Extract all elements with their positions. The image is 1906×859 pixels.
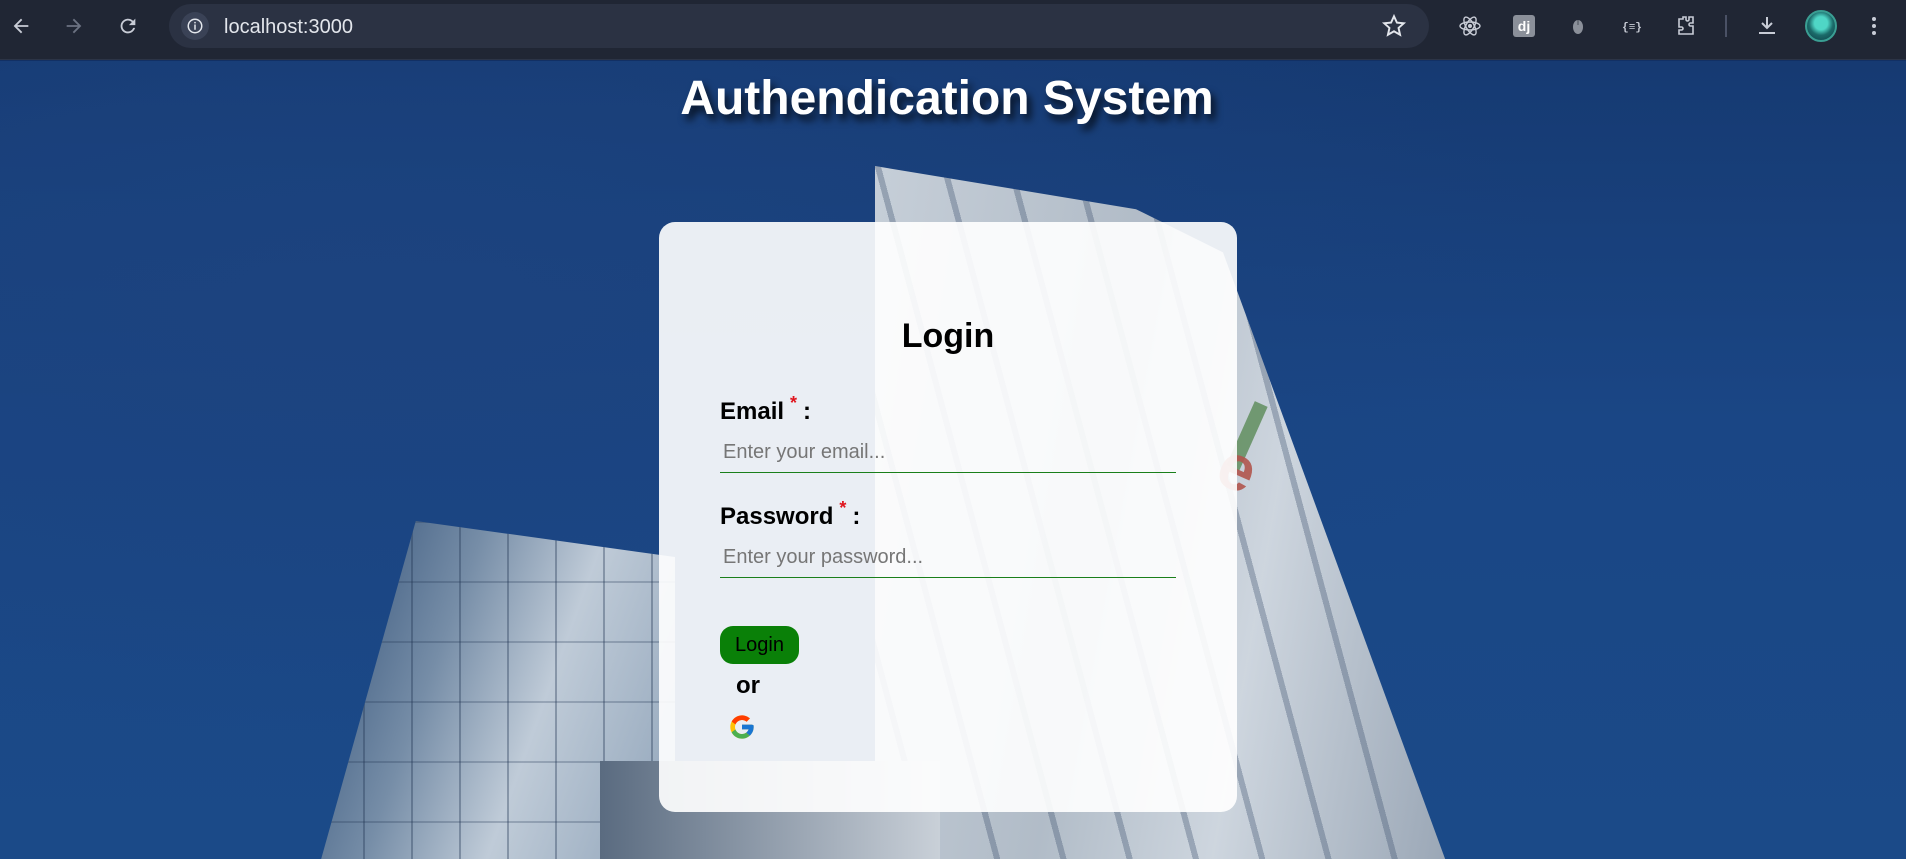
arrow-right-icon — [66, 18, 82, 34]
email-input[interactable] — [720, 433, 1176, 473]
react-devtools-icon[interactable] — [1456, 12, 1484, 40]
password-label-colon: : — [852, 503, 861, 530]
json-formatter-icon[interactable]: {≡} — [1618, 12, 1646, 40]
password-required-mark: * — [839, 498, 847, 518]
email-required-mark: * — [790, 393, 798, 413]
page-title: Authendication System — [680, 72, 1214, 125]
svg-text:{≡}: {≡} — [1622, 22, 1642, 34]
email-label: Email *: — [720, 393, 812, 426]
reload-icon — [120, 18, 136, 34]
django-icon[interactable]: dj — [1510, 12, 1538, 40]
password-label: Password *: — [720, 498, 861, 531]
profile-avatar[interactable] — [1805, 10, 1837, 42]
url-text[interactable]: localhost:3000 — [224, 16, 353, 39]
login-button[interactable]: Login — [720, 626, 799, 664]
browser-toolbar: localhost:3000 dj {≡} — [0, 0, 1906, 60]
email-label-text: Email — [720, 398, 785, 425]
back-button[interactable] — [5, 10, 37, 42]
or-divider-text: or — [736, 672, 760, 699]
site-info-icon[interactable] — [181, 12, 209, 40]
address-bar[interactable]: localhost:3000 — [169, 4, 1429, 48]
svg-text:dj: dj — [1518, 18, 1530, 34]
mouse-extension-icon[interactable] — [1564, 12, 1592, 40]
forward-button[interactable] — [58, 10, 90, 42]
email-label-colon: : — [803, 398, 812, 425]
login-card: Login Email*: Password*: Login or — [659, 222, 1237, 812]
menu-kebab-icon[interactable] — [1860, 12, 1888, 40]
google-icon[interactable] — [728, 713, 756, 741]
downloads-icon[interactable] — [1753, 12, 1781, 40]
bookmark-star-icon[interactable] — [1381, 13, 1407, 39]
extensions-puzzle-icon[interactable] — [1672, 12, 1700, 40]
page-viewport: e Authendication System Login Email*: Pa… — [0, 61, 1906, 859]
arrow-left-icon — [13, 18, 29, 34]
toolbar-separator — [1725, 15, 1727, 37]
password-label-text: Password — [720, 503, 834, 530]
reload-button[interactable] — [112, 10, 144, 42]
login-title: Login — [901, 317, 995, 355]
password-input[interactable] — [720, 538, 1176, 578]
